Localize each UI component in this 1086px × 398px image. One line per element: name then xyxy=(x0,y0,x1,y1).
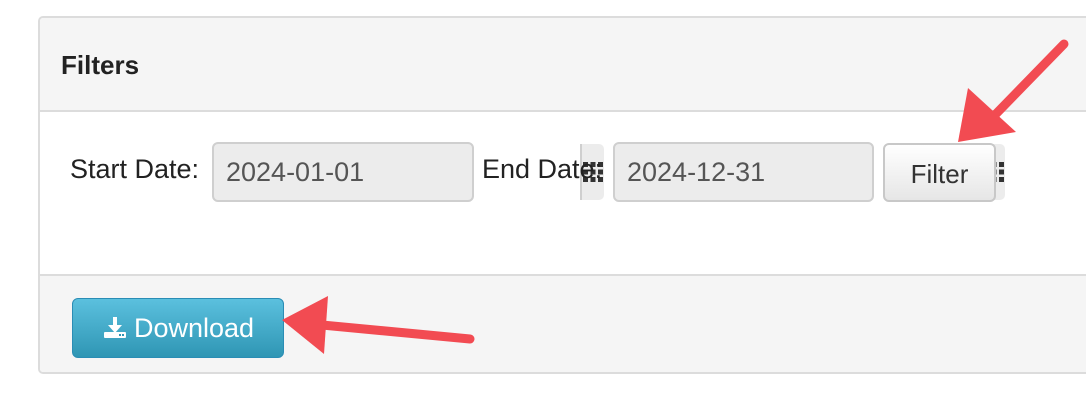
start-date-label: Start Date: xyxy=(70,154,200,184)
panel-title: Filters xyxy=(61,50,140,80)
panel-footer: Download xyxy=(40,274,1086,372)
download-button-label: Download xyxy=(133,312,255,343)
end-date-picker xyxy=(613,142,1005,202)
start-date-picker xyxy=(212,142,604,202)
end-date-label: End Date: xyxy=(482,154,603,184)
filter-button[interactable]: Filter xyxy=(883,143,996,202)
download-icon xyxy=(103,317,126,338)
panel-heading: Filters xyxy=(40,18,1086,112)
download-button[interactable]: Download xyxy=(72,298,284,358)
